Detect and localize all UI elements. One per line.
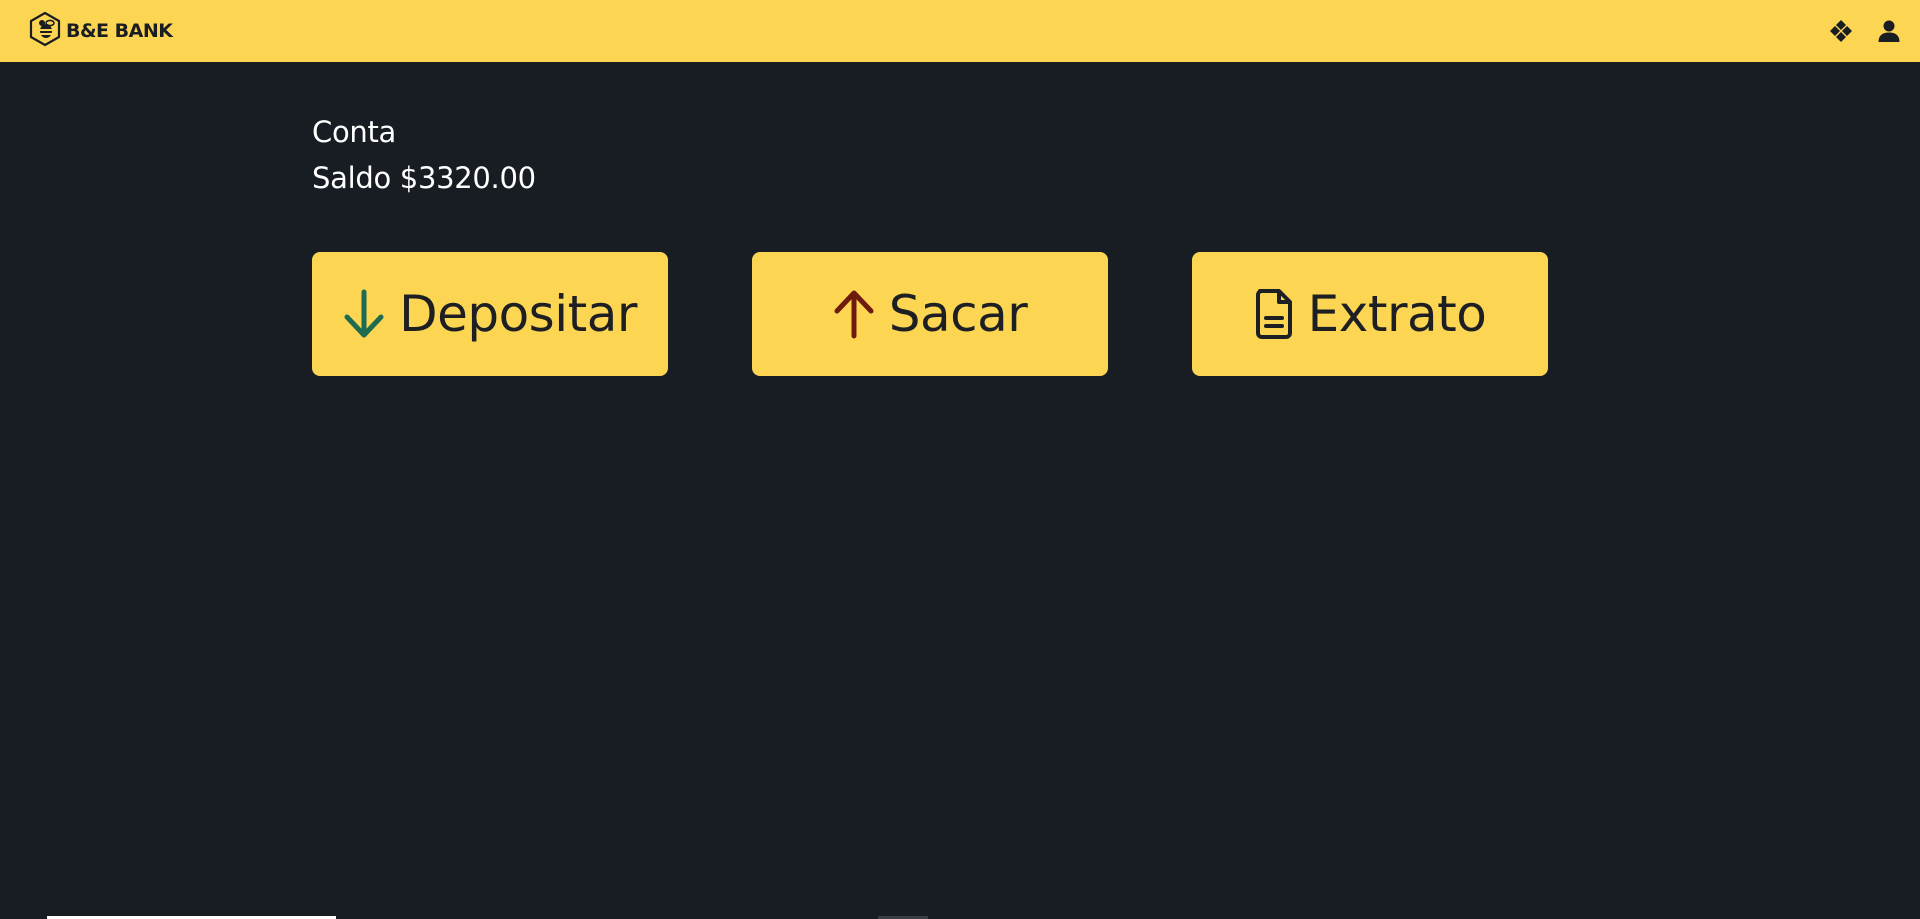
bee-hexagon-logo-icon — [27, 11, 63, 51]
document-icon — [1254, 288, 1294, 340]
arrow-down-icon — [343, 289, 385, 339]
brand-name: B&E BANK — [66, 20, 173, 42]
top-navbar: B&E BANK — [0, 0, 1920, 62]
withdraw-button[interactable]: Sacar — [752, 252, 1108, 376]
account-balance: Saldo $3320.00 — [312, 161, 536, 195]
deposit-label: Depositar — [399, 285, 637, 343]
withdraw-label: Sacar — [888, 285, 1028, 343]
statement-button[interactable]: Extrato — [1192, 252, 1548, 376]
arrow-up-icon — [833, 289, 875, 339]
navbar-icons — [1828, 18, 1902, 44]
statement-label: Extrato — [1307, 285, 1487, 343]
brand-logo-link[interactable]: B&E BANK — [27, 11, 173, 51]
user-icon[interactable] — [1876, 18, 1902, 44]
deposit-button[interactable]: Depositar — [312, 252, 668, 376]
account-summary: Conta Saldo $3320.00 — [312, 109, 536, 201]
diamonds-icon[interactable] — [1828, 18, 1854, 44]
account-title: Conta — [312, 115, 397, 149]
